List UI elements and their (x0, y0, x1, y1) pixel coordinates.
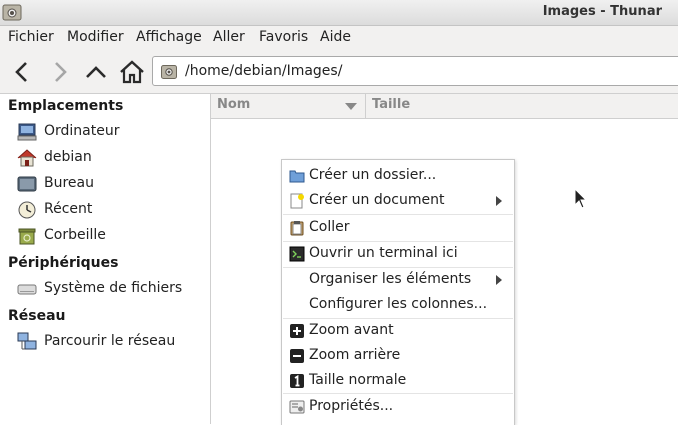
sidebar-section-emplacements: Emplacements (8, 98, 124, 114)
menu-fichier[interactable]: Fichier (8, 29, 54, 45)
submenu-arrow-icon (496, 196, 502, 206)
menu-item-ouvrir-terminal[interactable]: Ouvrir un terminal ici (282, 242, 514, 266)
menu-bar: Fichier Modifier Affichage Aller Favoris… (0, 26, 678, 50)
trash-icon (18, 228, 36, 245)
new-document-icon (290, 193, 304, 209)
camera-folder-icon[interactable] (2, 3, 22, 21)
window-title: Images - Thunar (542, 4, 662, 19)
sidebar-item-corbeille[interactable]: Corbeille (0, 224, 210, 248)
sidebar-item-recent[interactable]: Récent (0, 198, 210, 222)
location-path: /home/debian/Images/ (185, 63, 343, 79)
network-icon (17, 332, 37, 350)
home-folder-icon (17, 149, 37, 167)
menu-item-zoom-avant[interactable]: Zoom avant (282, 319, 514, 343)
sidebar-section-peripheriques: Périphériques (8, 255, 119, 271)
sidebar-item-debian[interactable]: debian (0, 146, 210, 170)
mouse-pointer-icon (574, 188, 588, 209)
zoom-normal-icon (290, 374, 304, 388)
sidebar-item-bureau[interactable]: Bureau (0, 172, 210, 196)
sidebar-item-label: Bureau (44, 175, 94, 191)
camera-folder-icon (161, 65, 177, 79)
sidebar-item-label: Parcourir le réseau (44, 333, 176, 349)
toolbar: /home/debian/Images/ (0, 50, 678, 94)
menu-item-taille-normale[interactable]: Taille normale (282, 369, 514, 393)
terminal-icon (289, 246, 305, 262)
home-button[interactable] (118, 58, 146, 86)
sidebar-item-label: Ordinateur (44, 123, 120, 139)
menu-modifier[interactable]: Modifier (67, 29, 124, 45)
back-arrow-icon (15, 62, 27, 82)
menu-item-coller[interactable]: Coller (282, 216, 514, 240)
menu-separator (283, 393, 513, 394)
menu-item-label: Zoom avant (309, 322, 394, 338)
sidebar-item-label: Corbeille (44, 227, 106, 243)
sidebar-item-systeme-de-fichiers[interactable]: Système de fichiers (0, 277, 210, 301)
sidebar-section-reseau: Réseau (8, 308, 66, 324)
menu-item-label: Coller (309, 219, 350, 235)
back-button[interactable] (9, 58, 37, 86)
location-bar[interactable]: /home/debian/Images/ (152, 56, 678, 86)
menu-aide[interactable]: Aide (320, 29, 351, 45)
sidebar-item-parcourir-le-reseau[interactable]: Parcourir le réseau (0, 330, 210, 354)
menu-item-label: Zoom arrière (309, 347, 401, 363)
menu-item-organiser-elements[interactable]: Organiser les éléments (282, 268, 514, 292)
drive-icon (17, 284, 37, 295)
menu-favoris[interactable]: Favoris (259, 29, 308, 45)
menu-item-label: Taille normale (309, 372, 407, 388)
column-label: Nom (217, 97, 251, 112)
sidebar: Emplacements Ordinateur debian Bureau Ré… (0, 94, 211, 424)
menu-item-label: Créer un dossier... (309, 167, 437, 183)
menu-item-label: Propriétés... (309, 398, 394, 414)
forward-button[interactable] (45, 58, 73, 86)
zoom-in-icon (290, 324, 304, 338)
sidebar-item-ordinateur[interactable]: Ordinateur (0, 120, 210, 144)
sidebar-item-label: Récent (44, 201, 93, 217)
paste-icon (290, 221, 304, 236)
sidebar-item-label: Système de fichiers (44, 280, 183, 296)
menu-item-configurer-colonnes[interactable]: Configurer les colonnes... (282, 293, 514, 317)
menu-item-zoom-arriere[interactable]: Zoom arrière (282, 344, 514, 368)
menu-item-label: Configurer les colonnes... (309, 296, 488, 312)
new-folder-icon (289, 170, 305, 183)
menu-affichage[interactable]: Affichage (136, 29, 202, 45)
menu-item-proprietes[interactable]: Propriétés... (282, 395, 514, 419)
title-bar: Images - Thunar (0, 0, 678, 26)
computer-icon (17, 123, 37, 141)
menu-separator (283, 214, 513, 215)
parent-folder-button[interactable] (82, 58, 110, 86)
menu-item-label: Organiser les éléments (309, 271, 472, 287)
menu-aller[interactable]: Aller (213, 29, 245, 45)
forward-arrow-icon (55, 62, 67, 82)
menu-item-creer-document[interactable]: Créer un document (282, 189, 514, 213)
menu-item-label: Créer un document (309, 192, 445, 208)
column-header-taille[interactable]: Taille (366, 94, 678, 118)
menu-item-creer-dossier[interactable]: Créer un dossier... (282, 164, 514, 188)
column-header-nom[interactable]: Nom (211, 94, 366, 118)
submenu-arrow-icon (496, 275, 502, 285)
zoom-out-icon (290, 349, 304, 363)
home-icon (120, 60, 144, 84)
desktop-icon (17, 176, 37, 192)
sidebar-item-label: debian (44, 149, 92, 165)
clock-icon (18, 201, 36, 219)
parent-folder-icon (86, 66, 106, 78)
column-header-bar: Nom Taille (211, 94, 678, 119)
properties-icon (289, 400, 305, 414)
sort-descending-icon (345, 103, 357, 110)
column-label: Taille (372, 97, 411, 112)
context-menu: Créer un dossier... Créer un document Co… (281, 159, 515, 425)
menu-item-label: Ouvrir un terminal ici (309, 245, 458, 261)
